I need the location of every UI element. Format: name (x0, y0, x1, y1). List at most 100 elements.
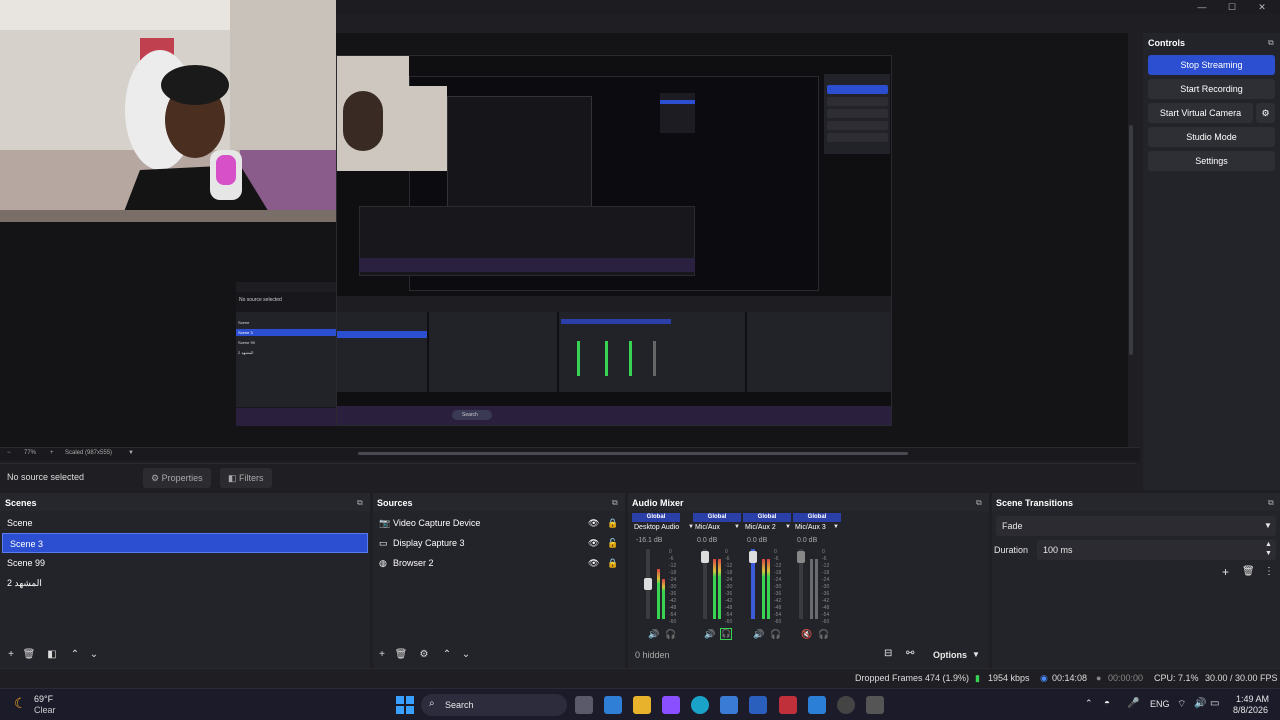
properties-button[interactable]: ⚙ Properties (143, 468, 211, 488)
app-icon[interactable] (749, 696, 767, 714)
virtual-camera-settings-gear-icon[interactable]: ⚙ (1256, 103, 1275, 123)
preview-horizontal-scrollbar[interactable] (358, 452, 908, 455)
sources-dock: Sources ⧉ 📷 Video Capture Device 👁 🔒 ▭ D… (373, 493, 625, 668)
duration-input[interactable]: 100 ms ▲ ▼ (1037, 540, 1276, 560)
microphone-icon[interactable]: 🎤 (1127, 698, 1139, 709)
eye-icon[interactable]: 👁 (588, 533, 599, 553)
volume-icon[interactable]: 🔊 (1194, 698, 1206, 709)
scene-item[interactable]: Scene 99 (0, 553, 370, 573)
filters-button[interactable]: ◧ Filters (220, 468, 272, 488)
studio-mode-button[interactable]: Studio Mode (1148, 127, 1275, 147)
minimize-button[interactable]: — (1187, 0, 1217, 14)
trash-icon[interactable]: 🗑 (22, 648, 36, 662)
edge-icon[interactable] (691, 696, 709, 714)
mixer-channel-desktop-audio: Global Desktop Audio ▼ -16.1 dB 0 -6 -12 -1… (632, 513, 694, 643)
settings-button[interactable]: Settings (1148, 151, 1275, 171)
headphones-icon[interactable]: 🎧 (665, 629, 676, 640)
trash-icon[interactable]: 🗑 (1242, 566, 1255, 577)
dock-float-icon[interactable]: ⧉ (1268, 498, 1274, 508)
channel-name: Mic/Aux 3 (795, 524, 826, 531)
dock-float-icon[interactable]: ⧉ (612, 498, 618, 508)
chevron-down-icon[interactable]: ⌄ (459, 648, 473, 662)
mail-icon[interactable] (808, 696, 826, 714)
chevron-down-icon[interactable]: ▼ (128, 450, 134, 456)
scene-item[interactable]: Scene (0, 513, 370, 533)
weather-moon-icon[interactable]: ☾ (14, 695, 27, 712)
headphones-icon[interactable]: 🎧 (770, 629, 781, 640)
transition-select[interactable]: Fade ▼ (996, 516, 1276, 536)
clock-time[interactable]: 1:49 AM (1236, 694, 1269, 704)
chevron-down-icon[interactable]: ▼ (785, 524, 791, 530)
file-explorer-icon[interactable] (633, 696, 651, 714)
scene-item-selected[interactable]: Scene 3 (2, 533, 368, 553)
add-icon[interactable]: + (375, 648, 389, 662)
zoom-out-icon[interactable]: − (7, 450, 11, 456)
add-icon[interactable]: + (4, 648, 18, 662)
more-options-icon[interactable]: ⋮ (1264, 566, 1274, 577)
properties-label: Properties (161, 473, 203, 483)
dock-float-icon[interactable]: ⧉ (976, 498, 982, 508)
chevron-down-icon[interactable]: ▼ (1265, 550, 1272, 557)
volume-fader-knob[interactable] (644, 578, 652, 590)
link-icon[interactable]: ⚯ (906, 648, 914, 659)
start-recording-button[interactable]: Start Recording (1148, 79, 1275, 99)
muted-speaker-icon[interactable]: 🔇 (801, 629, 812, 640)
store-icon[interactable] (720, 696, 738, 714)
filter-icon[interactable]: ◧ (45, 648, 59, 662)
task-view-icon[interactable] (575, 696, 593, 714)
settings-gear-icon[interactable] (866, 696, 884, 714)
obs-icon[interactable] (837, 696, 855, 714)
copilot-icon[interactable] (662, 696, 680, 714)
source-item[interactable]: ▭ Display Capture 3 👁 🔓 (373, 533, 625, 553)
source-item[interactable]: 📷 Video Capture Device 👁 🔒 (373, 513, 625, 533)
headphones-icon[interactable]: 🎧 (818, 629, 829, 640)
search-icon: ⌕ (429, 698, 435, 709)
close-button[interactable]: ✕ (1247, 0, 1277, 14)
unlock-icon[interactable]: 🔓 (607, 533, 618, 553)
stop-streaming-button[interactable]: Stop Streaming (1148, 55, 1275, 75)
chevron-up-icon[interactable]: ⌃ (68, 648, 82, 662)
speaker-icon[interactable]: 🔊 (648, 629, 659, 640)
headphones-icon[interactable]: 🎧 (720, 628, 732, 640)
chevron-down-icon[interactable]: ▼ (972, 650, 980, 659)
dock-float-icon[interactable]: ⧉ (1268, 38, 1274, 48)
mixer-options-button[interactable]: Options (933, 650, 967, 660)
zoom-in-icon[interactable]: + (50, 450, 54, 456)
chevron-down-icon[interactable]: ⌄ (87, 648, 101, 662)
wifi-icon[interactable]: ⌔ (1177, 698, 1186, 711)
tray-app-icon[interactable]: ◓ (1104, 698, 1110, 709)
chevron-up-icon[interactable]: ▲ (1265, 541, 1272, 548)
shield-icon[interactable] (779, 696, 797, 714)
chevron-down-icon[interactable]: ▼ (734, 524, 740, 530)
battery-icon[interactable]: ▭ (1210, 698, 1219, 709)
layout-icon[interactable]: ⊟ (884, 648, 892, 659)
lock-icon[interactable]: 🔒 (607, 553, 618, 573)
eye-icon[interactable]: 👁 (588, 513, 599, 533)
volume-fader-knob[interactable] (701, 551, 709, 563)
trash-icon[interactable]: 🗑 (394, 648, 408, 662)
preview-vertical-scrollbar[interactable] (1129, 125, 1133, 355)
add-icon[interactable]: + (1222, 565, 1229, 579)
dock-float-icon[interactable]: ⧉ (357, 498, 363, 508)
eye-icon[interactable]: 👁 (588, 553, 599, 573)
volume-fader-knob[interactable] (797, 551, 805, 563)
volume-fader-knob[interactable] (749, 551, 757, 563)
chevron-up-icon[interactable]: ⌃ (1085, 698, 1093, 709)
source-item[interactable]: ◍ Browser 2 👁 🔒 (373, 553, 625, 573)
audio-mixer-title: Audio Mixer (632, 498, 684, 508)
scene-item[interactable]: المشهد 2 (0, 573, 370, 593)
taskbar-search[interactable]: ⌕ Search (421, 694, 567, 716)
speaker-icon[interactable]: 🔊 (753, 629, 764, 640)
lock-icon[interactable]: 🔒 (607, 513, 618, 533)
clock-date[interactable]: 8/8/2026 (1233, 705, 1268, 715)
windows-start-icon[interactable] (396, 696, 414, 714)
app-icon[interactable] (604, 696, 622, 714)
maximize-button[interactable]: ☐ (1217, 0, 1247, 14)
chevron-down-icon[interactable]: ▼ (833, 524, 839, 530)
speaker-icon[interactable]: 🔊 (704, 629, 715, 640)
start-virtual-camera-button[interactable]: Start Virtual Camera (1148, 103, 1253, 123)
language-indicator[interactable]: ENG (1150, 699, 1170, 709)
level-meter (718, 559, 721, 619)
gear-icon[interactable]: ⚙ (417, 648, 431, 662)
chevron-up-icon[interactable]: ⌃ (440, 648, 454, 662)
